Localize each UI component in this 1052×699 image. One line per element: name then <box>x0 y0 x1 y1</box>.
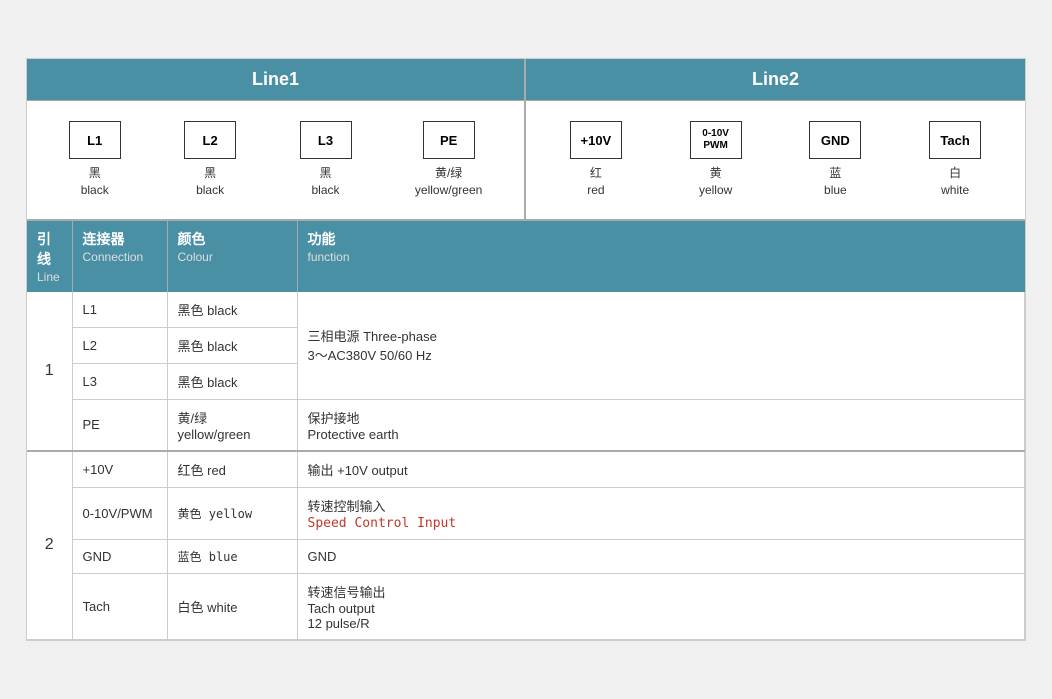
connector-label-L1: 黑black <box>81 165 109 199</box>
connector-label-Tach: 白white <box>941 165 969 199</box>
conn-010VPWM: 0-10V/PWM <box>72 487 167 539</box>
conn-Tach: Tach <box>72 573 167 639</box>
th-function: 功能 function <box>297 221 1025 292</box>
th-line-en: Line <box>37 270 60 284</box>
conn-10V: +10V <box>72 451 167 488</box>
th-conn-zh: 连接器 <box>83 229 157 249</box>
color-L3: 黑色 black <box>167 363 297 399</box>
table-header-row: 引线 Line 连接器 Connection 颜色 Colour 功能 func… <box>27 221 1025 292</box>
connector-box-010VPWM: 0-10VPWM <box>690 121 742 159</box>
header-line1: Line1 <box>27 59 526 100</box>
connector-label-L2: 黑black <box>196 165 224 199</box>
connector-box-Tach: Tach <box>929 121 981 159</box>
connector-Tach: Tach 白white <box>929 121 981 199</box>
color-Tach: 白色 white <box>167 573 297 639</box>
th-color-en: Colour <box>178 250 213 264</box>
table-row: PE 黄/绿yellow/green 保护接地Protective earth <box>27 399 1025 451</box>
diagram-row: L1 黑black L2 黑black L3 黑black PE 黄/绿yell… <box>27 101 1025 221</box>
func-Tach: 转速信号输出Tach output12 pulse/R <box>297 573 1025 639</box>
connector-GND: GND 蓝blue <box>809 121 861 199</box>
th-connection: 连接器 Connection <box>72 221 167 292</box>
connector-box-GND: GND <box>809 121 861 159</box>
conn-GND: GND <box>72 539 167 573</box>
connector-box-L3: L3 <box>300 121 352 159</box>
func-PE: 保护接地Protective earth <box>297 399 1025 451</box>
header-row: Line1 Line2 <box>27 59 1025 101</box>
diagram-line1: L1 黑black L2 黑black L3 黑black PE 黄/绿yell… <box>27 101 526 219</box>
conn-L1: L1 <box>72 292 167 328</box>
th-func-zh: 功能 <box>308 229 1015 249</box>
table-row: GND 蓝色 blue GND <box>27 539 1025 573</box>
connector-box-10V: +10V <box>570 121 622 159</box>
th-line-zh: 引线 <box>37 229 62 269</box>
connector-label-10V: 红red <box>587 165 604 199</box>
line-number-2: 2 <box>27 451 72 640</box>
connector-label-PE: 黄/绿yellow/green <box>415 165 482 199</box>
connector-10V: +10V 红red <box>570 121 622 199</box>
connector-label-010VPWM: 黄yellow <box>699 165 732 199</box>
func-GND: GND <box>297 539 1025 573</box>
line-number-1: 1 <box>27 292 72 451</box>
color-010VPWM: 黄色 yellow <box>167 487 297 539</box>
func-10V: 输出 +10V output <box>297 451 1025 488</box>
connector-box-L2: L2 <box>184 121 236 159</box>
table-row: 1 L1 黑色 black 三相电源 Three-phase3～AC380V 5… <box>27 292 1025 328</box>
th-line: 引线 Line <box>27 221 72 292</box>
func-L1: 三相电源 Three-phase3～AC380V 50/60 Hz <box>297 292 1025 400</box>
th-func-en: function <box>308 250 350 264</box>
table-row: 2 +10V 红色 red 输出 +10V output <box>27 451 1025 488</box>
table-section: 引线 Line 连接器 Connection 颜色 Colour 功能 func… <box>27 221 1025 640</box>
table-row: 0-10V/PWM 黄色 yellow 转速控制输入Speed Control … <box>27 487 1025 539</box>
connector-010VPWM: 0-10VPWM 黄yellow <box>690 121 742 199</box>
th-color-zh: 颜色 <box>178 229 287 249</box>
color-L2: 黑色 black <box>167 327 297 363</box>
color-PE: 黄/绿yellow/green <box>167 399 297 451</box>
connector-L2: L2 黑black <box>184 121 236 199</box>
connector-label-L3: 黑black <box>312 165 340 199</box>
color-GND: 蓝色 blue <box>167 539 297 573</box>
header-line2: Line2 <box>526 59 1025 100</box>
th-conn-en: Connection <box>83 250 144 264</box>
conn-PE: PE <box>72 399 167 451</box>
connector-L3: L3 黑black <box>300 121 352 199</box>
connector-label-GND: 蓝blue <box>824 165 847 199</box>
conn-L3: L3 <box>72 363 167 399</box>
diagram-line2: +10V 红red 0-10VPWM 黄yellow GND 蓝blue Tac… <box>526 101 1025 219</box>
conn-L2: L2 <box>72 327 167 363</box>
color-L1: 黑色 black <box>167 292 297 328</box>
connector-box-PE: PE <box>423 121 475 159</box>
func-010VPWM: 转速控制输入Speed Control Input <box>297 487 1025 539</box>
connector-PE: PE 黄/绿yellow/green <box>415 121 482 199</box>
wiring-table: 引线 Line 连接器 Connection 颜色 Colour 功能 func… <box>27 221 1025 640</box>
table-row: Tach 白色 white 转速信号输出Tach output12 pulse/… <box>27 573 1025 639</box>
th-colour: 颜色 Colour <box>167 221 297 292</box>
connector-L1: L1 黑black <box>69 121 121 199</box>
color-10V: 红色 red <box>167 451 297 488</box>
connector-box-L1: L1 <box>69 121 121 159</box>
